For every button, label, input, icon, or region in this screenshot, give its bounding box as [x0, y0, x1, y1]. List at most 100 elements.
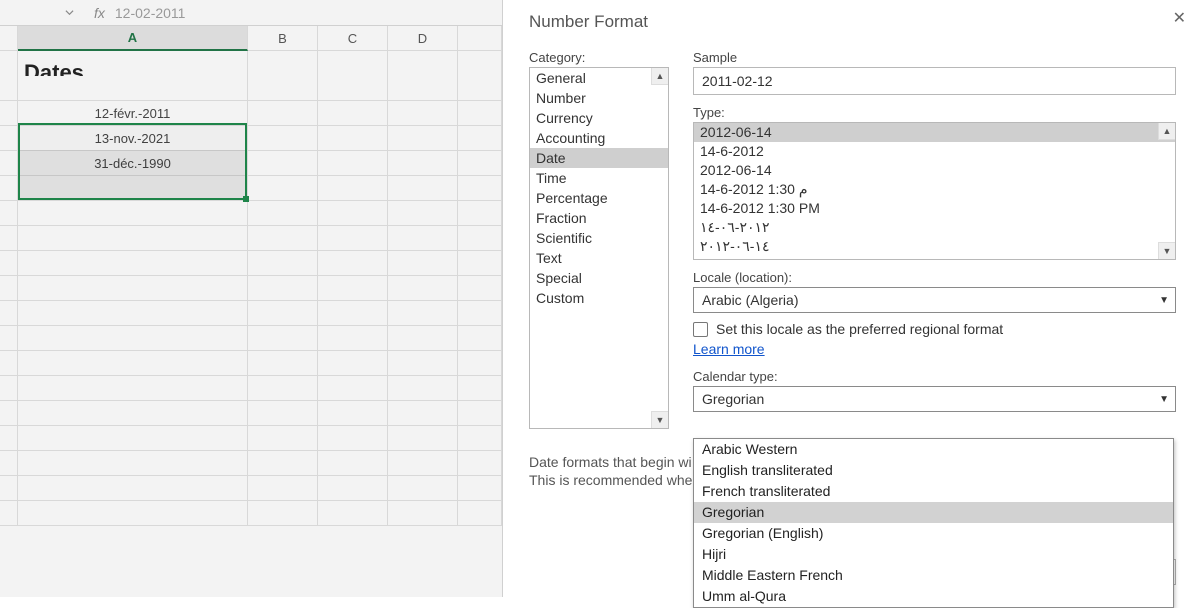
- cell[interactable]: [318, 226, 388, 251]
- cell[interactable]: [318, 476, 388, 501]
- cell[interactable]: [248, 76, 318, 101]
- cell[interactable]: [388, 226, 458, 251]
- category-listbox[interactable]: ▲ ▼ GeneralNumberCurrencyAccountingDateT…: [529, 67, 669, 429]
- cell[interactable]: 31-déc.-1990: [18, 151, 248, 176]
- row-header[interactable]: [0, 126, 18, 151]
- cell[interactable]: [248, 201, 318, 226]
- cell[interactable]: [318, 276, 388, 301]
- category-item[interactable]: Scientific: [530, 228, 668, 248]
- cell[interactable]: [248, 401, 318, 426]
- close-icon[interactable]: ✕: [1173, 8, 1186, 28]
- scroll-down-icon[interactable]: ▼: [1158, 242, 1175, 259]
- learn-more-link[interactable]: Learn more: [693, 341, 765, 357]
- cell[interactable]: [248, 476, 318, 501]
- cell[interactable]: [248, 176, 318, 201]
- formula-bar-value[interactable]: 12-02-2011: [115, 5, 186, 21]
- category-item[interactable]: Percentage: [530, 188, 668, 208]
- scroll-up-icon[interactable]: ▲: [1158, 123, 1175, 140]
- cell[interactable]: [318, 176, 388, 201]
- cell[interactable]: [458, 201, 502, 226]
- cell[interactable]: [458, 176, 502, 201]
- row-header[interactable]: [0, 301, 18, 326]
- cell[interactable]: [318, 76, 388, 101]
- category-item[interactable]: Text: [530, 248, 668, 268]
- cell[interactable]: [388, 401, 458, 426]
- column-header[interactable]: D: [388, 26, 458, 51]
- category-item[interactable]: Number: [530, 88, 668, 108]
- calendar-option[interactable]: Arabic Western: [694, 439, 1173, 460]
- cell[interactable]: [458, 126, 502, 151]
- type-item[interactable]: 2012-06-14: [694, 123, 1175, 142]
- type-item[interactable]: 14-6-2012: [694, 142, 1175, 161]
- row-header[interactable]: [0, 326, 18, 351]
- row-header[interactable]: [0, 351, 18, 376]
- category-item[interactable]: Time: [530, 168, 668, 188]
- cell[interactable]: [388, 326, 458, 351]
- cell[interactable]: [318, 101, 388, 126]
- row-header[interactable]: [0, 101, 18, 126]
- cell[interactable]: [458, 376, 502, 401]
- cell[interactable]: [18, 251, 248, 276]
- cell[interactable]: [458, 276, 502, 301]
- cell[interactable]: 13-nov.-2021: [18, 126, 248, 151]
- cell[interactable]: [248, 276, 318, 301]
- cell[interactable]: [248, 226, 318, 251]
- cell[interactable]: [388, 376, 458, 401]
- row-header[interactable]: [0, 376, 18, 401]
- cell[interactable]: [318, 201, 388, 226]
- column-header[interactable]: C: [318, 26, 388, 51]
- cell[interactable]: 12-févr.-2011: [18, 101, 248, 126]
- cell[interactable]: [318, 151, 388, 176]
- name-box-dropdown-icon[interactable]: [60, 8, 78, 17]
- cell[interactable]: [248, 501, 318, 526]
- cell[interactable]: [458, 226, 502, 251]
- cell[interactable]: [248, 426, 318, 451]
- row-header[interactable]: [0, 276, 18, 301]
- calendar-option[interactable]: Hijri: [694, 544, 1173, 565]
- cell[interactable]: [248, 251, 318, 276]
- calendar-option[interactable]: Gregorian: [694, 502, 1173, 523]
- cell[interactable]: [458, 301, 502, 326]
- column-header[interactable]: B: [248, 26, 318, 51]
- fx-label[interactable]: fx: [78, 5, 115, 21]
- cell[interactable]: [18, 501, 248, 526]
- cell[interactable]: [458, 101, 502, 126]
- scroll-up-icon[interactable]: ▲: [651, 68, 668, 85]
- cell[interactable]: [458, 351, 502, 376]
- cell[interactable]: [458, 326, 502, 351]
- category-item[interactable]: Custom: [530, 288, 668, 308]
- select-all-corner[interactable]: [0, 26, 18, 51]
- cell[interactable]: [18, 451, 248, 476]
- cell[interactable]: [248, 351, 318, 376]
- category-item[interactable]: Fraction: [530, 208, 668, 228]
- cell[interactable]: [18, 176, 248, 201]
- scroll-down-icon[interactable]: ▼: [651, 411, 668, 428]
- category-item[interactable]: Currency: [530, 108, 668, 128]
- cell[interactable]: [248, 126, 318, 151]
- cell[interactable]: [18, 76, 248, 101]
- type-item[interactable]: ١٤-٠٦-٢٠١٢: [694, 237, 1175, 256]
- row-header[interactable]: [0, 251, 18, 276]
- cell[interactable]: [318, 501, 388, 526]
- cell[interactable]: [318, 426, 388, 451]
- type-item[interactable]: 14-6-2012 1:30 PM: [694, 199, 1175, 218]
- cell[interactable]: [18, 301, 248, 326]
- cell[interactable]: [18, 351, 248, 376]
- cell[interactable]: [388, 101, 458, 126]
- cell[interactable]: [388, 151, 458, 176]
- type-item[interactable]: ٢٠١٢-٠٦-١٤: [694, 218, 1175, 237]
- row-header[interactable]: [0, 401, 18, 426]
- cell[interactable]: [318, 251, 388, 276]
- cell[interactable]: [18, 401, 248, 426]
- cell[interactable]: [388, 501, 458, 526]
- row-header[interactable]: [0, 76, 18, 101]
- cell[interactable]: [458, 426, 502, 451]
- row-header[interactable]: [0, 176, 18, 201]
- cell[interactable]: [18, 326, 248, 351]
- calendar-option[interactable]: English transliterated: [694, 460, 1173, 481]
- cell[interactable]: [388, 426, 458, 451]
- cell[interactable]: [248, 101, 318, 126]
- cell[interactable]: [458, 251, 502, 276]
- calendar-type-select[interactable]: Gregorian ▼: [693, 386, 1176, 412]
- row-header[interactable]: [0, 226, 18, 251]
